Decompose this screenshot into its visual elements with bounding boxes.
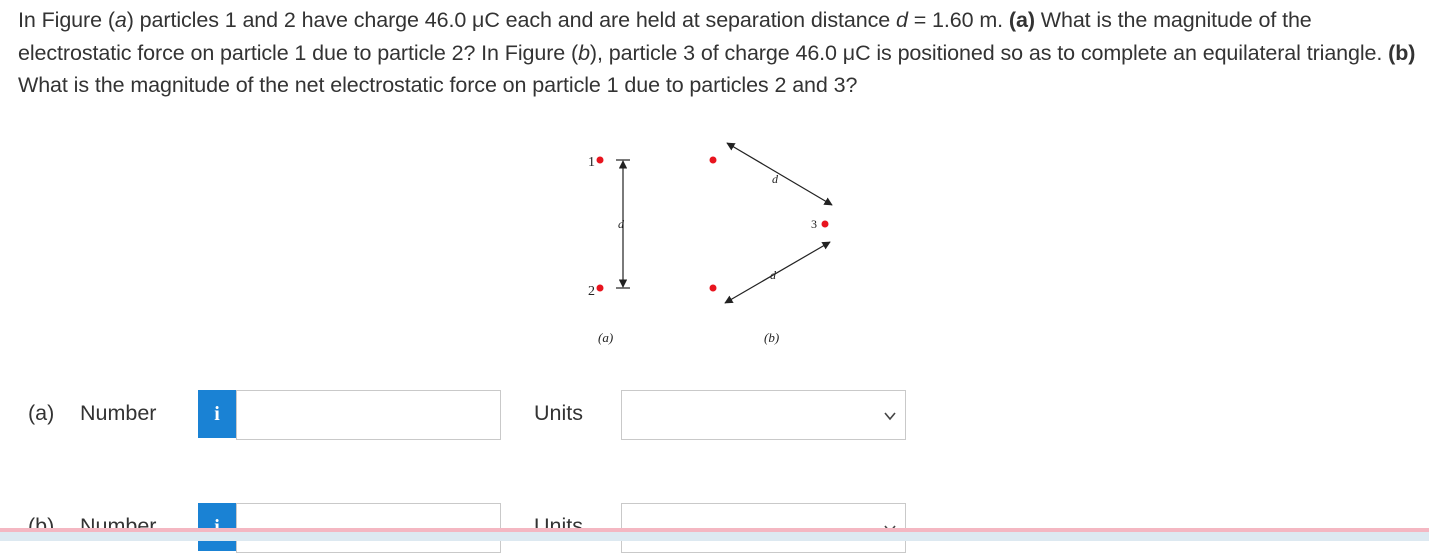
particle-2-dot: [596, 284, 604, 292]
info-icon[interactable]: i: [198, 390, 236, 438]
charges-figure: 1 d 2 (a) 3 d d (b): [588, 142, 833, 345]
particle-2-label: 2: [588, 284, 595, 299]
figure-a: 1 d 2 (a): [588, 155, 630, 345]
answer-row-a: (a) Number i Units: [0, 390, 1429, 440]
number-label-a: Number: [80, 401, 157, 425]
units-label-a: Units: [534, 401, 583, 425]
particle-2b-dot: [709, 284, 717, 292]
figure-b: 3 d d (b): [709, 142, 833, 345]
particle-1-dot: [596, 156, 604, 164]
distance-arrow-b-lower: [724, 241, 831, 304]
part-label-a: (a): [28, 401, 55, 425]
caption-a: (a): [598, 330, 613, 345]
particle-3-dot: [821, 220, 829, 228]
distance-label-a: d: [618, 217, 625, 231]
question-text: In Figure (a) particles 1 and 2 have cha…: [18, 8, 1416, 97]
number-input-a[interactable]: [236, 390, 501, 440]
bottom-footer-bar: [0, 532, 1429, 541]
info-icon-glyph: i: [214, 402, 220, 425]
caption-b: (b): [764, 330, 779, 345]
distance-label-b-lower: d: [770, 268, 777, 282]
particle-3-label: 3: [811, 217, 817, 231]
particle-1b-dot: [709, 156, 717, 164]
distance-label-b-upper: d: [772, 172, 779, 186]
distance-arrow-b-upper: [726, 142, 833, 206]
particle-1-label: 1: [588, 155, 595, 170]
info-icon[interactable]: i: [198, 503, 236, 551]
chevron-down-icon: [884, 412, 896, 421]
units-select-a[interactable]: [621, 390, 906, 440]
